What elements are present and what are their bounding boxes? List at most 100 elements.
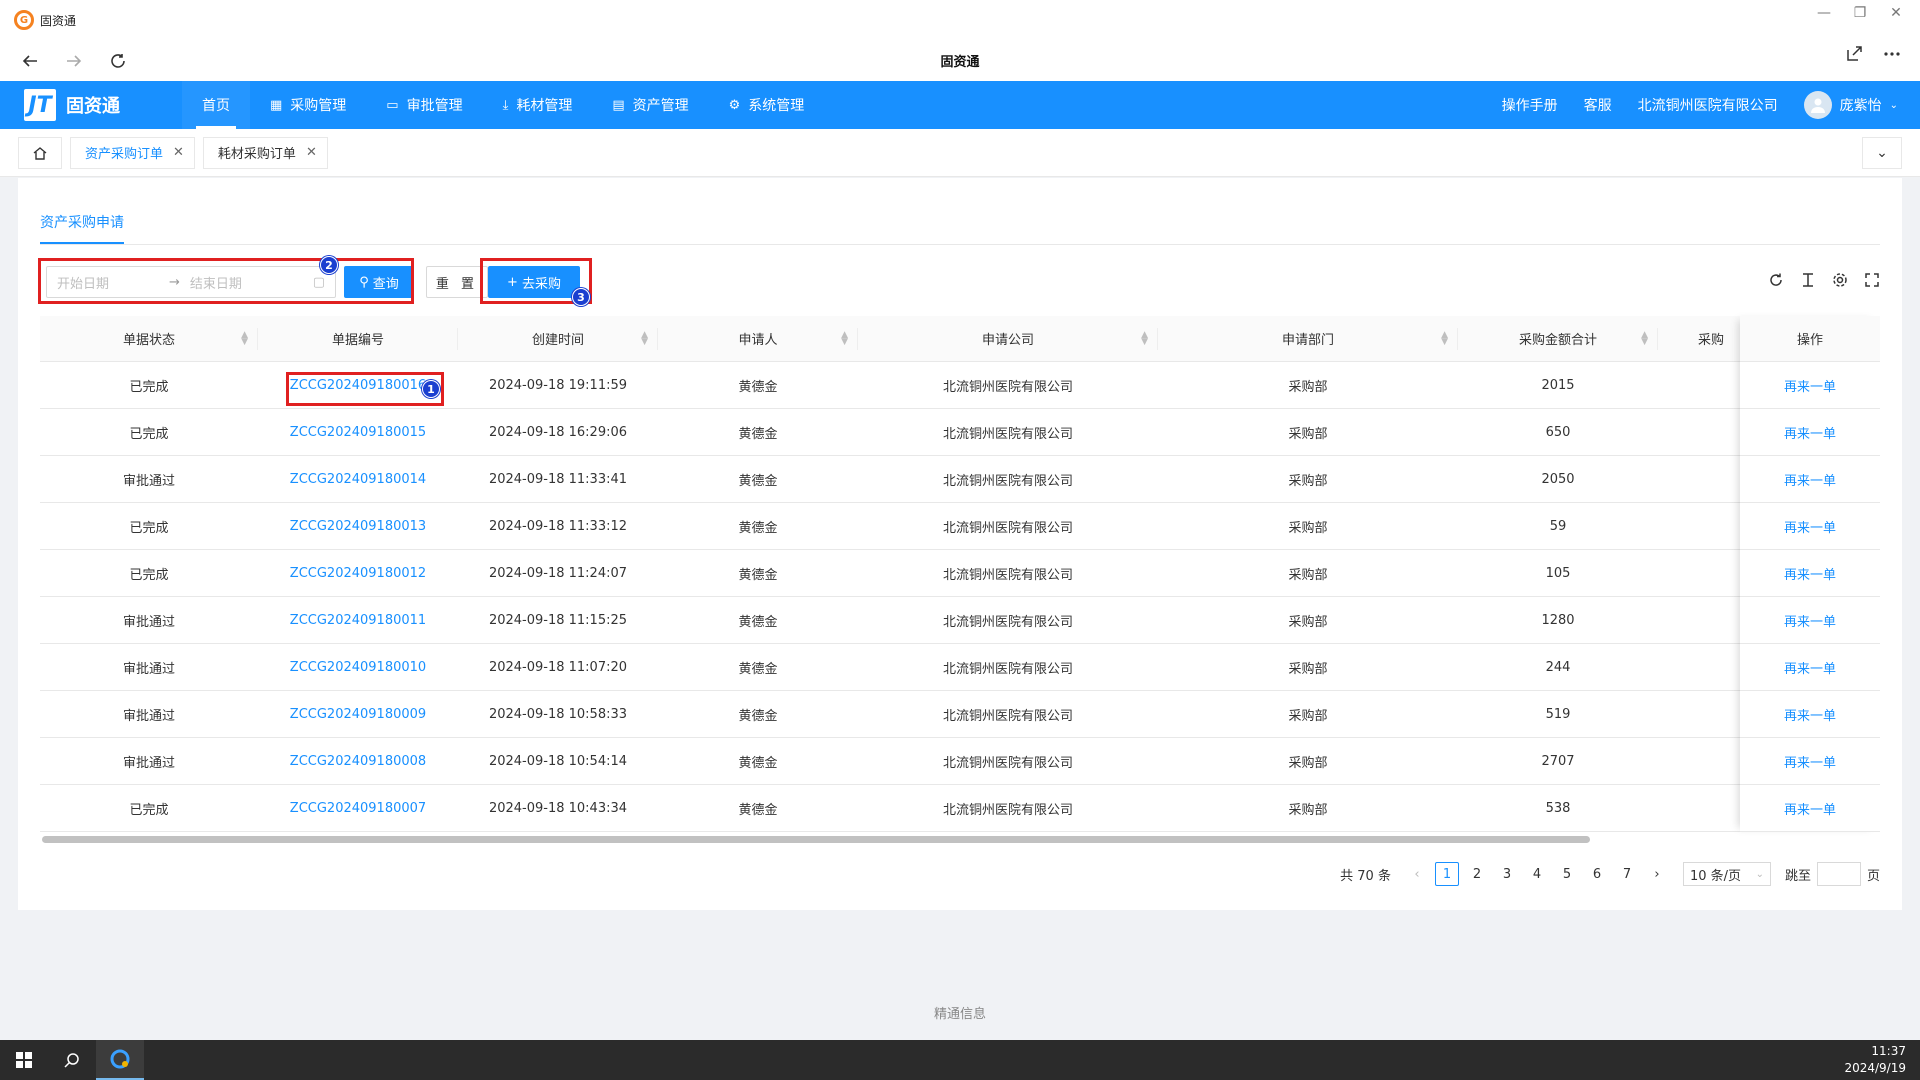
page-button[interactable]: 6 [1585,862,1609,886]
table-row: 审批通过 ZCCG202409180009 2024-09-18 10:58:33 黄… [40,691,1880,738]
page-button[interactable]: 4 [1525,862,1549,886]
settings-icon[interactable] [1832,272,1848,288]
close-icon[interactable]: ✕ [306,145,317,160]
close-icon[interactable]: ✕ [173,145,184,160]
sort-icon[interactable]: ▲ ▼ [241,330,248,346]
cell-order-number[interactable]: ZCCG202409180015 [258,425,458,440]
support-link[interactable]: 客服 [1584,95,1612,115]
menu-item-home[interactable]: 首页 [182,81,250,129]
reload-icon[interactable] [1768,272,1784,288]
menu-item-procurement[interactable]: ▦ 采购管理 [250,81,366,129]
cell-created-time: 2024-09-18 10:58:33 [488,706,628,722]
page-size-select[interactable]: 10 条/页 ⌄ [1682,862,1771,886]
menu-item-system[interactable]: ⚙ 系统管理 [709,81,825,129]
menu-item-assets[interactable]: ▤ 资产管理 [592,81,708,129]
cell-company: 北流铜州医院有限公司 [942,379,1073,395]
share-icon[interactable] [1844,44,1864,64]
prev-page-button[interactable]: ‹ [1405,862,1429,886]
minimize-button[interactable]: — [1806,0,1842,26]
reorder-link[interactable]: 再来一单 [1740,691,1880,738]
browser-right-icons [1844,44,1902,64]
cell-dept: 采购部 [1288,755,1328,771]
table-row: 已完成 ZCCG202409180013 2024-09-18 11:33:12 黄德… [40,503,1880,550]
page-button[interactable]: 5 [1555,862,1579,886]
menu-item-approval[interactable]: ▭ 审批管理 [366,81,482,129]
start-button[interactable] [0,1040,48,1080]
reorder-link[interactable]: 再来一单 [1740,597,1880,644]
horizontal-scrollbar[interactable] [42,836,1590,843]
back-button[interactable] [14,45,46,77]
taskbar-search-button[interactable] [48,1040,96,1080]
system-clock[interactable]: 11:37 2024/9/19 [1844,1043,1906,1077]
grid-icon: ▦ [270,97,283,113]
cell-order-number[interactable]: ZCCG202409180007 [258,801,458,816]
more-icon[interactable] [1882,44,1902,64]
brand-name: 固资通 [66,96,120,117]
user-menu[interactable]: 庞紫怡 ⌄ [1803,91,1898,119]
page-button[interactable]: 7 [1615,862,1639,886]
column-header-status[interactable]: 单据状态 ▲ ▼ [40,316,258,362]
clock-date: 2024/9/19 [1844,1061,1906,1075]
sort-icon[interactable]: ▲ ▼ [841,330,848,346]
cell-order-number[interactable]: ZCCG202409180014 [258,472,458,487]
reorder-link[interactable]: 再来一单 [1740,362,1880,409]
restore-button[interactable]: ❐ [1842,0,1878,26]
column-header-applicant[interactable]: 申请人 ▲ ▼ [658,316,858,362]
sort-icon[interactable]: ▲ ▼ [1441,330,1448,346]
column-header-created[interactable]: 创建时间 ▲ ▼ [458,316,658,362]
tab-asset-purchase-request[interactable]: 资产采购申请 [40,212,124,232]
cell-created-time: 2024-09-18 11:33:41 [488,471,628,487]
jump-input[interactable] [1816,862,1861,886]
forward-button[interactable] [58,45,90,77]
menu-item-label: 审批管理 [406,98,463,114]
sort-icon[interactable]: ▲ ▼ [1141,330,1148,346]
sort-icon[interactable]: ▲ ▼ [1641,330,1648,346]
cell-order-number[interactable]: ZCCG202409180009 [258,707,458,722]
column-header-amount[interactable]: 采购金额合计 ▲ ▼ [1458,316,1658,362]
reorder-link[interactable]: 再来一单 [1740,503,1880,550]
reorder-link[interactable]: 再来一单 [1740,550,1880,597]
reorder-link[interactable]: 再来一单 [1740,738,1880,785]
page-button[interactable]: 3 [1495,862,1519,886]
reorder-link[interactable]: 再来一单 [1740,785,1880,832]
tab-consumable-orders[interactable]: 耗材采购订单 ✕ [202,136,328,169]
page-button[interactable]: 1 [1434,862,1459,886]
reorder-link[interactable]: 再来一单 [1740,456,1880,503]
reorder-link[interactable]: 再来一单 [1740,409,1880,456]
density-icon[interactable] [1800,272,1816,288]
cell-applicant: 黄德金 [738,567,778,583]
cell-created-time: 2024-09-18 19:11:59 [488,377,628,393]
menu-item-consumables[interactable]: ⤓ 耗材管理 [483,81,593,129]
cell-order-number[interactable]: ZCCG202409180008 [258,754,458,769]
page-button[interactable]: 2 [1465,862,1489,886]
cell-status: 审批通过 [122,755,175,771]
column-header-dept[interactable]: 申请部门 ▲ ▼ [1158,316,1458,362]
cell-amount: 538 [1545,800,1571,816]
annotation-box-filters [38,258,414,304]
cell-order-number[interactable]: ZCCG202409180010 [258,660,458,675]
cell-order-number[interactable]: ZCCG202409180011 [258,613,458,628]
fullscreen-icon[interactable] [1864,272,1880,288]
next-page-button[interactable]: › [1645,862,1669,886]
company-name[interactable]: 北流铜州医院有限公司 [1638,95,1778,115]
refresh-button[interactable] [102,45,134,77]
table-row: 审批通过 ZCCG202409180011 2024-09-18 11:15:25 黄… [40,597,1880,644]
manual-link[interactable]: 操作手册 [1502,95,1558,115]
chevron-down-icon: ⌄ [1755,868,1764,880]
column-header-company[interactable]: 申请公司 ▲ ▼ [858,316,1158,362]
cell-order-number[interactable]: ZCCG202409180013 [258,519,458,534]
taskbar-app-button[interactable] [96,1040,144,1080]
sort-icon[interactable]: ▲ ▼ [641,330,648,346]
close-window-button[interactable]: ✕ [1878,0,1914,26]
cell-order-number[interactable]: ZCCG202409180012 [258,566,458,581]
reset-button[interactable]: 重 置 [426,266,488,298]
taskbar: 11:37 2024/9/19 [0,1040,1920,1080]
clock-time: 11:37 [1871,1044,1906,1058]
tab-home[interactable] [18,136,62,169]
reorder-link[interactable]: 再来一单 [1740,644,1880,691]
page-tabs: 资产采购订单 ✕ 耗材采购订单 ✕ ⌄ [0,129,1920,177]
tab-asset-orders[interactable]: 资产采购订单 ✕ [70,136,195,169]
brand[interactable]: JT 固资通 [24,89,164,121]
cell-applicant: 黄德金 [738,426,778,442]
tabs-more-button[interactable]: ⌄ [1862,137,1902,169]
